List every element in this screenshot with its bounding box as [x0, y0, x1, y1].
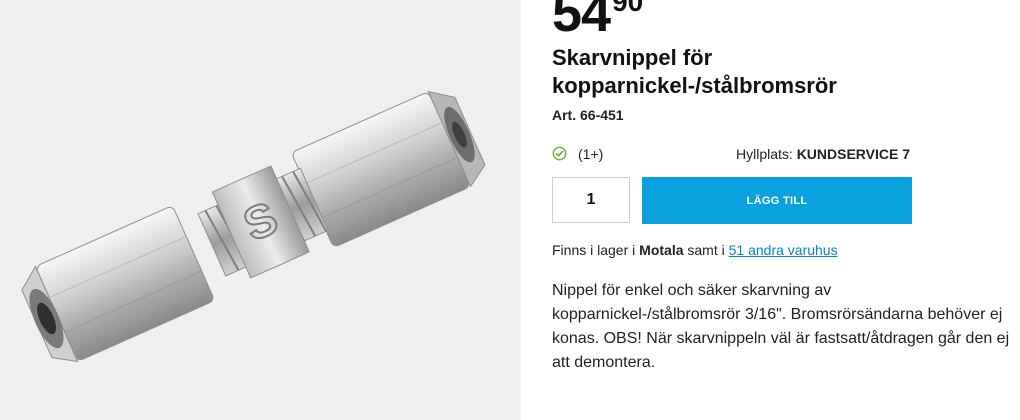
product-description: Nippel för enkel och säker skarvning av … [552, 282, 1010, 371]
article-number: Art. 66-451 [552, 107, 624, 123]
price: 5490 [552, 0, 643, 40]
rating-shelf-row: (1+) Hyllplats: KUNDSERVICE 7 [552, 145, 912, 165]
price-decimals: 90 [612, 0, 644, 17]
rating-count[interactable]: (1+) [578, 146, 603, 162]
check-circle-icon [552, 146, 567, 161]
stock-availability: Finns i lager i Motala samt i 51 andra v… [552, 242, 838, 258]
quantity-input[interactable] [552, 177, 630, 223]
stock-prefix: Finns i lager i [552, 242, 636, 258]
stock-store: Motala [639, 242, 684, 258]
shelf-value: KUNDSERVICE 7 [796, 146, 911, 162]
product-image[interactable]: S [0, 0, 521, 420]
shelf-label: Hyllplats: [736, 146, 793, 162]
price-integer: 54 [552, 0, 611, 43]
product-info-panel: 5490 Skarvnippel för kopparnickel-/stålb… [552, 0, 1012, 420]
add-to-cart-button[interactable]: LÄGG TILL [642, 177, 912, 224]
product-title: Skarvnippel för kopparnickel-/stålbromsr… [552, 45, 837, 98]
shelf-location: Hyllplats: KUNDSERVICE 7 [736, 146, 910, 162]
brake-pipe-connector-image: S [21, 90, 486, 363]
stock-middle: samt i [687, 242, 725, 258]
other-stores-link[interactable]: 51 andra varuhus [729, 242, 838, 258]
